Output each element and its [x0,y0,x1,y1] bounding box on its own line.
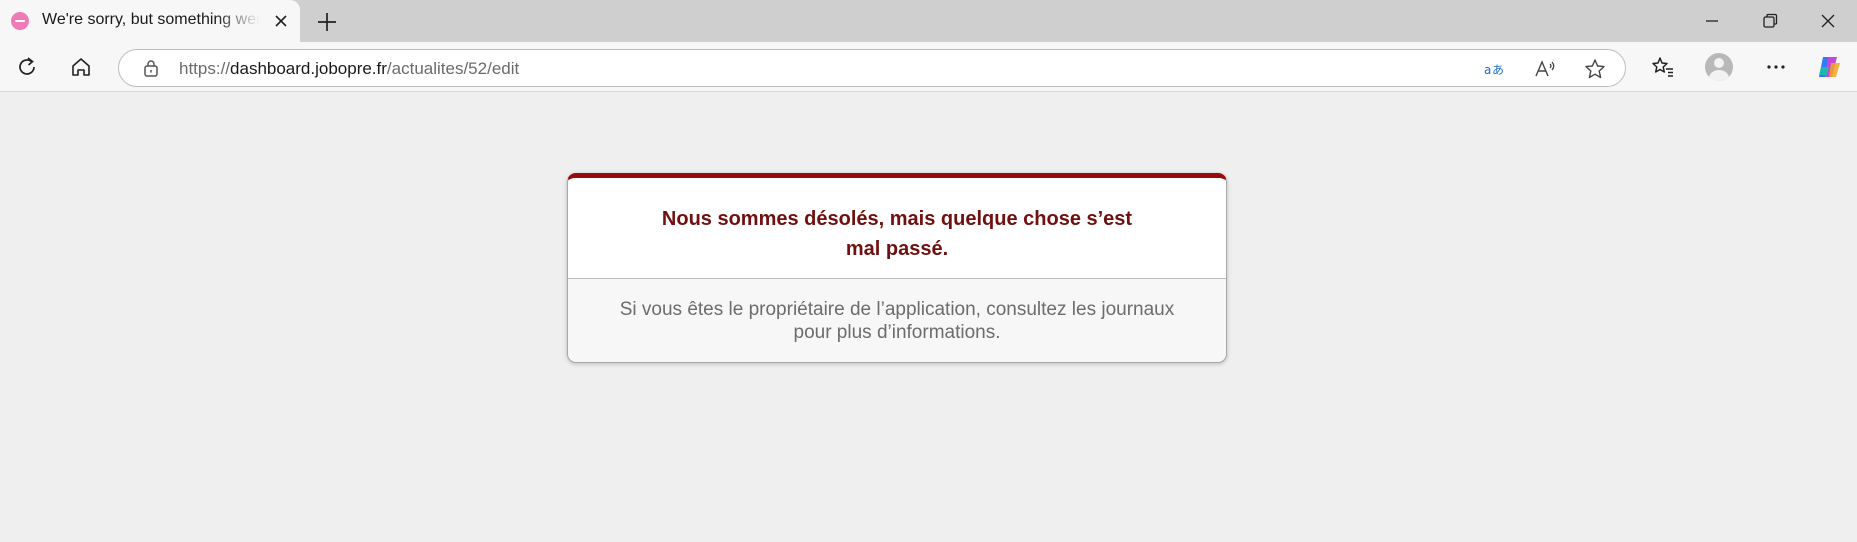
browser-tab[interactable]: We're sorry, but something went wrong [0,0,300,42]
translate-icon[interactable]: a あ [1483,57,1507,81]
tab-title: We're sorry, but something went wrong [42,11,260,28]
url-host: dashboard.jobopre.fr [230,59,387,78]
error-message: Si vous êtes le propriétaire de l’applic… [598,298,1196,344]
minimize-icon[interactable] [1699,8,1725,34]
home-icon[interactable] [67,53,95,81]
svg-text:a: a [1484,63,1491,77]
url-path: /actualites/52/edit [386,59,520,78]
error-message-line-2: pour plus d’informations. [793,322,1001,343]
address-bar[interactable]: https://dashboard.jobopre.fr/actualites/… [118,49,1626,87]
refresh-icon[interactable] [13,53,41,81]
lock-icon[interactable] [141,58,161,78]
tab-strip: We're sorry, but something went wrong [0,0,1857,42]
error-dialog-header: Nous sommes désolés, mais quelque chose … [568,178,1226,279]
favorites-icon[interactable] [1649,53,1677,81]
close-window-icon[interactable] [1815,8,1841,34]
url-text[interactable]: https://dashboard.jobopre.fr/actualites/… [179,59,519,79]
new-tab-icon[interactable] [314,9,340,35]
copilot-icon[interactable] [1815,53,1843,81]
url-scheme: https:// [179,59,231,78]
more-options-icon[interactable] [1762,53,1790,81]
browser-toolbar: https://dashboard.jobopre.fr/actualites/… [0,42,1857,92]
error-title-line-1: Nous sommes désolés, mais quelque chose … [661,208,1133,230]
error-title-line-2: mal passé. [845,238,949,260]
restore-icon[interactable] [1757,8,1783,34]
error-dialog: Nous sommes désolés, mais quelque chose … [567,173,1227,363]
error-title: Nous sommes désolés, mais quelque chose … [638,204,1156,264]
close-tab-icon[interactable] [272,12,290,30]
svg-text:あ: あ [1492,63,1504,77]
favorite-star-icon[interactable] [1583,57,1607,81]
profile-avatar[interactable] [1705,53,1733,81]
error-message-line-1: Si vous êtes le propriétaire de l’applic… [619,299,1175,320]
site-favicon-icon [11,12,29,30]
read-aloud-icon[interactable] [1533,57,1557,81]
